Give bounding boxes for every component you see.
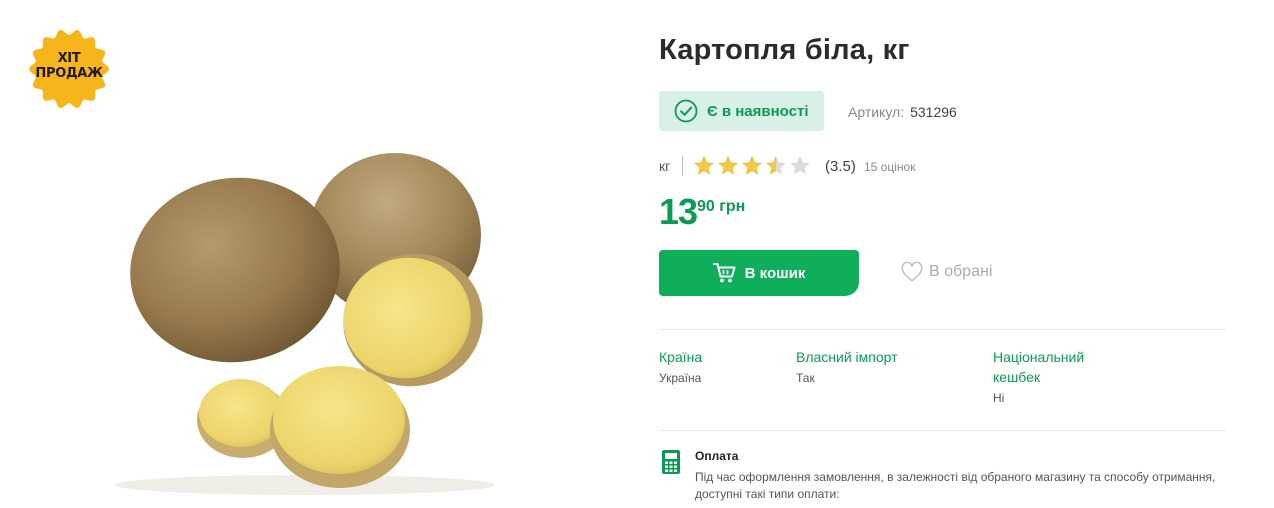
- reviews-count-link[interactable]: 15 оцінок: [864, 160, 915, 174]
- badge-line-1: ХІТ: [57, 51, 81, 66]
- rating-value: (3.5): [825, 158, 856, 175]
- star-icon[interactable]: [764, 154, 788, 178]
- hit-sale-badge: ХІТ ПРОДАЖ: [28, 28, 110, 110]
- attribute-country: Країна Україна: [659, 347, 702, 385]
- payment-title: Оплата: [695, 449, 739, 463]
- attribute-label: Національний кешбек: [993, 349, 1085, 385]
- attribute-label: Власний імпорт: [796, 349, 898, 365]
- unit-label: кг: [659, 158, 671, 174]
- unit-divider: [682, 156, 683, 176]
- product-title: Картопля біла, кг: [659, 34, 910, 66]
- potato-slice-large: [273, 366, 405, 474]
- payment-terminal-icon: [662, 450, 680, 474]
- stock-status-label: Є в наявності: [707, 102, 809, 120]
- attribute-value: Україна: [659, 371, 702, 385]
- badge-text: ХІТ ПРОДАЖ: [28, 51, 110, 81]
- sku-value: 531296: [910, 104, 957, 120]
- add-to-favorites-label: В обрані: [929, 263, 993, 280]
- divider-top: [659, 329, 1227, 330]
- divider-bottom: [659, 430, 1227, 431]
- potato-slice-small: [199, 379, 283, 447]
- star-icon[interactable]: [716, 154, 740, 178]
- rating-stars[interactable]: [692, 154, 812, 178]
- sku: Артикул: 531296: [848, 104, 957, 120]
- attribute-label: Країна: [659, 349, 703, 365]
- attribute-own-import: Власний імпорт Так: [796, 347, 898, 385]
- star-icon[interactable]: [692, 154, 716, 178]
- potato-whole-large: [130, 177, 340, 363]
- check-circle-icon: [674, 99, 698, 123]
- attribute-national-cashback: Національний кешбек Ні: [993, 347, 1103, 405]
- add-to-cart-button[interactable]: В кошик: [659, 250, 859, 296]
- attribute-value: Так: [796, 371, 815, 385]
- stock-status-badge: Є в наявності: [659, 91, 824, 131]
- price: 13 90 грн: [659, 191, 745, 233]
- attribute-value: Ні: [993, 391, 1005, 405]
- star-icon[interactable]: [788, 154, 812, 178]
- price-integer: 13: [659, 191, 698, 232]
- price-fraction-currency: 90 грн: [697, 198, 746, 215]
- heart-icon: [901, 262, 923, 282]
- cart-icon: [712, 263, 736, 283]
- product-image: [115, 153, 495, 495]
- add-to-favorites-button[interactable]: В обрані: [901, 262, 992, 282]
- add-to-cart-label: В кошик: [744, 264, 806, 282]
- sku-label: Артикул:: [848, 104, 905, 120]
- star-icon[interactable]: [740, 154, 764, 178]
- badge-line-2: ПРОДАЖ: [35, 66, 103, 81]
- payment-description: Під час оформлення замовлення, в залежно…: [695, 470, 1216, 501]
